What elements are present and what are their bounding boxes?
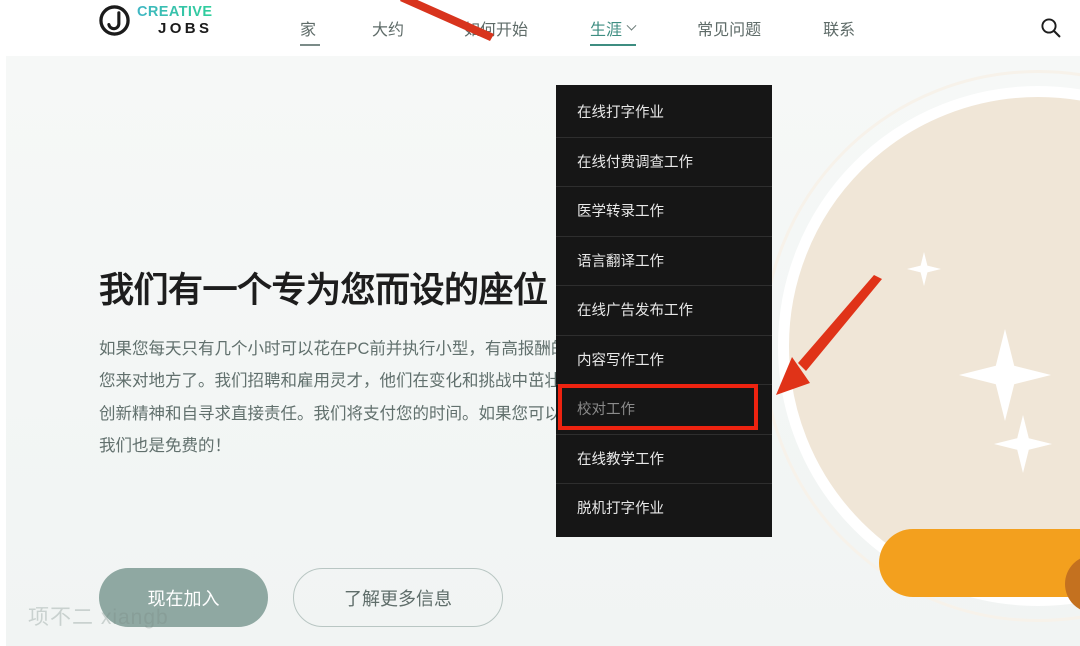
dropdown-item-online-typing-jobs[interactable]: 在线打字作业 (556, 87, 772, 137)
dropdown-item-proofreading-jobs[interactable]: 校对工作 (556, 384, 772, 434)
brand-logo[interactable]: CREATIVE JOBS (99, 5, 212, 36)
dropdown-item-label: 医学转录工作 (577, 204, 664, 221)
hero-left-edge (0, 56, 6, 646)
nav-item-label: 家 (300, 22, 317, 39)
page-root: CREATIVE JOBS 家 大约 如何开始 生涯 常见问题 联系 我们有一个… (0, 0, 1080, 646)
nav-active-underline (300, 44, 320, 46)
nav-item-label: 联系 (823, 22, 856, 39)
learn-more-button[interactable]: 了解更多信息 (293, 568, 503, 627)
nav-item-label: 生涯 (590, 22, 623, 39)
dropdown-item-label: 语言翻译工作 (577, 253, 664, 270)
join-now-button[interactable]: 现在加入 (99, 568, 268, 627)
circle-cj-logo-icon (99, 5, 130, 36)
chevron-down-icon (626, 20, 637, 31)
dropdown-item-translation-jobs[interactable]: 语言翻译工作 (556, 235, 772, 286)
main-navigation: 家 大约 如何开始 生涯 常见问题 联系 (300, 0, 855, 56)
dropdown-item-medical-transcription-jobs[interactable]: 医学转录工作 (556, 186, 772, 236)
dropdown-item-label: 在线广告发布工作 (577, 303, 693, 320)
dropdown-item-label: 内容写作工作 (577, 352, 664, 369)
logo-creative-text: CREATIVE (137, 4, 213, 21)
search-button[interactable] (1032, 9, 1068, 45)
nav-item-label: 如何开始 (464, 22, 529, 39)
nav-item-career[interactable]: 生涯 (590, 0, 637, 56)
dropdown-item-online-teaching-jobs[interactable]: 在线教学工作 (556, 433, 772, 484)
search-icon (1040, 17, 1060, 37)
career-dropdown-menu: 在线打字作业 在线付费调查工作 医学转录工作 语言翻译工作 在线广告发布工作 内… (556, 85, 772, 537)
dropdown-item-ad-posting-jobs[interactable]: 在线广告发布工作 (556, 285, 772, 335)
dropdown-item-paid-survey-jobs[interactable]: 在线付费调查工作 (556, 136, 772, 187)
nav-item-how-to-start[interactable]: 如何开始 (464, 0, 528, 56)
nav-item-label: 常见问题 (697, 22, 762, 39)
nav-item-label: 大约 (372, 22, 405, 39)
site-header: CREATIVE JOBS 家 大约 如何开始 生涯 常见问题 联系 (0, 0, 1080, 56)
dropdown-item-offline-typing-jobs[interactable]: 脱机打字作业 (556, 483, 772, 533)
nav-active-underline (590, 44, 637, 46)
dropdown-item-label: 在线付费调查工作 (577, 154, 693, 171)
nav-item-about[interactable]: 大约 (372, 0, 404, 56)
nav-item-home[interactable]: 家 (300, 0, 320, 56)
dropdown-item-label: 脱机打字作业 (577, 501, 664, 518)
nav-item-faq[interactable]: 常见问题 (697, 0, 761, 56)
hero-cta-row: 现在加入 了解更多信息 (99, 568, 503, 627)
dropdown-item-label: 在线打字作业 (577, 105, 664, 122)
logo-jobs-text: JOBS (158, 19, 213, 37)
dropdown-item-content-writing-jobs[interactable]: 内容写作工作 (556, 334, 772, 385)
dropdown-item-label: 校对工作 (577, 402, 635, 419)
nav-item-contact[interactable]: 联系 (823, 0, 855, 56)
dropdown-item-label: 在线教学工作 (577, 451, 664, 468)
